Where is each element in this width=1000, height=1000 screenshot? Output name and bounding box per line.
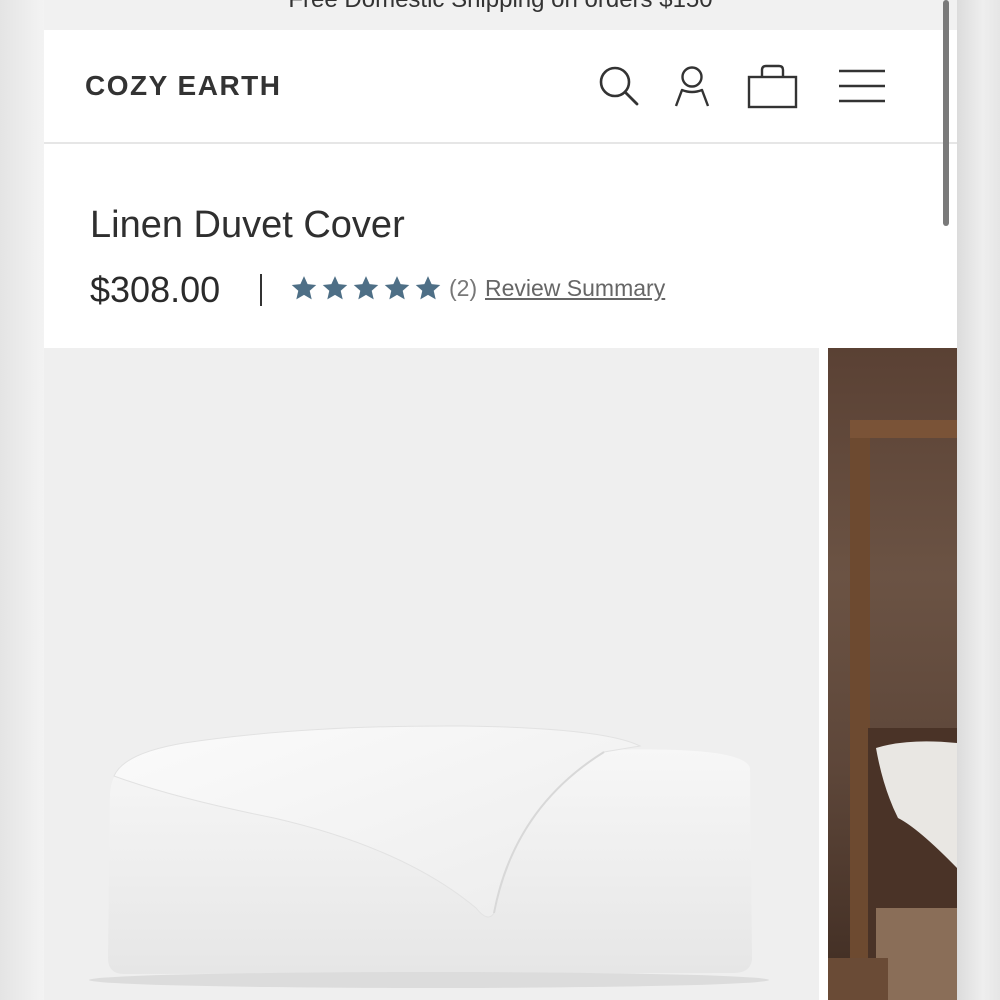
search-icon[interactable] — [597, 64, 641, 108]
star-rating[interactable] — [290, 271, 445, 305]
account-icon[interactable] — [672, 64, 712, 108]
product-title: Linen Duvet Cover — [90, 204, 405, 246]
site-header: COZY EARTH — [44, 30, 957, 144]
star-icon — [415, 276, 441, 300]
price-divider — [260, 274, 262, 306]
right-backdrop — [957, 0, 1000, 1000]
review-count: (2) — [449, 275, 478, 301]
page-scrollbar[interactable] — [943, 0, 949, 226]
shopping-bag-icon[interactable] — [747, 64, 799, 110]
star-icon — [384, 276, 410, 300]
product-image-duvet[interactable] — [44, 348, 819, 1000]
product-info: Linen Duvet Cover $308.00 (2) Review Sum… — [44, 146, 957, 348]
announcement-bar: Free Domestic Shipping on orders $150 — [44, 0, 957, 30]
review-summary-link[interactable]: Review Summary — [485, 275, 665, 302]
product-page: Free Domestic Shipping on orders $150 CO… — [44, 0, 957, 1000]
product-price: $308.00 — [90, 269, 221, 310]
announcement-text: Free Domestic Shipping on orders $150 — [44, 0, 957, 14]
hamburger-menu-icon[interactable] — [837, 64, 887, 108]
star-icon — [291, 276, 317, 300]
product-gallery[interactable] — [44, 348, 957, 1000]
left-backdrop — [0, 0, 44, 1000]
product-image-bedroom[interactable] — [828, 348, 957, 1000]
star-icon — [353, 276, 379, 300]
brand-logo[interactable]: COZY EARTH — [85, 70, 282, 102]
star-icon — [322, 276, 348, 300]
